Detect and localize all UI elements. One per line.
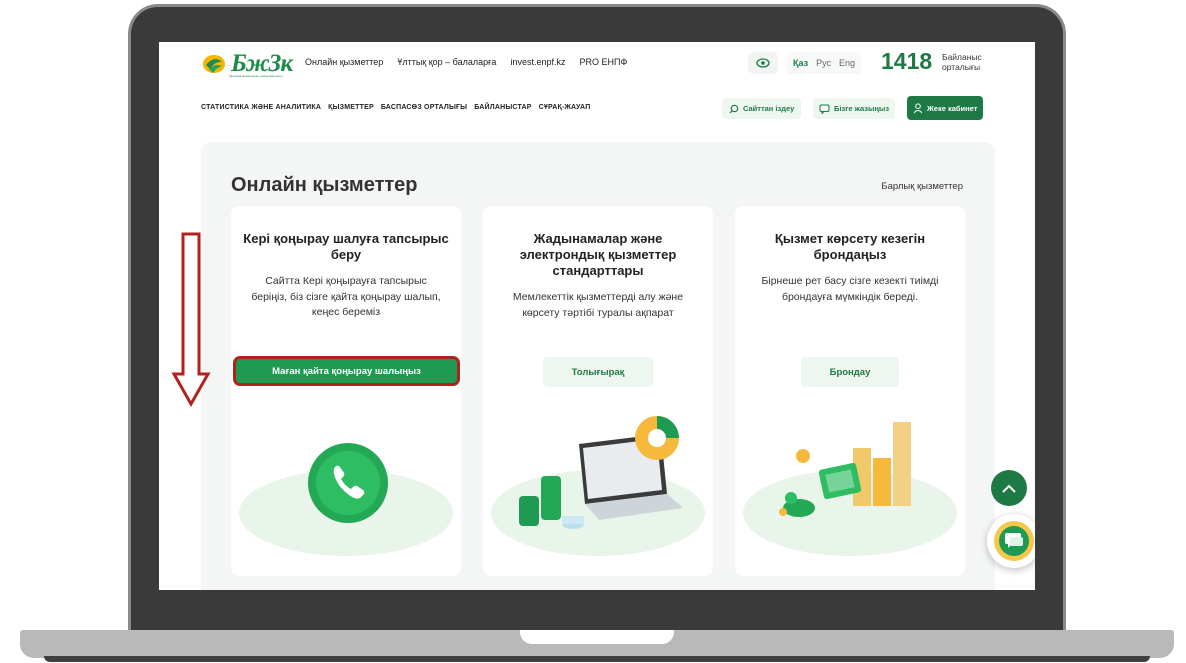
laptop-notch [520, 630, 674, 644]
site-logo[interactable]: БжЗк бірыңғай жинақтаушы зейнетақы қоры [201, 50, 293, 78]
more-info-button[interactable]: Толығырақ [543, 357, 653, 387]
eye-icon [756, 58, 770, 68]
hotline-label: Байланыс орталығы [942, 52, 982, 72]
nav-faq[interactable]: СҰРАҚ-ЖАУАП [539, 104, 591, 111]
accessibility-button[interactable] [748, 52, 778, 74]
service-card-booking: Қызмет көрсету кезегін брондаңыз Бірнеше… [735, 206, 965, 576]
lang-eng[interactable]: Eng [839, 58, 855, 68]
card-description: Мемлекеттік қызметтерді алу және көрсету… [512, 291, 684, 319]
user-icon [913, 102, 923, 113]
top-nav: Онлайн қызметтер Ұлттық қор – балаларға … [305, 57, 627, 67]
online-services-section: Онлайн қызметтер Барлық қызметтер Кері қ… [201, 142, 995, 590]
lang-rus[interactable]: Рус [816, 58, 831, 68]
write-us-label: Бізге жазыңыз [834, 104, 890, 113]
search-button[interactable]: Сайттан іздеу [722, 98, 802, 119]
card-title: Кері қоңырау шалуға тапсырыс беру [243, 231, 449, 262]
chevron-up-icon [1002, 484, 1016, 493]
chat-support-icon [994, 521, 1034, 561]
laptop-icon [519, 416, 683, 529]
personal-cabinet-button[interactable]: Жеке кабинет [907, 96, 984, 120]
lang-kaz[interactable]: Қаз [793, 58, 808, 68]
coins-icon [779, 422, 911, 517]
nav-contacts[interactable]: БАЙЛАНЫСТАР [474, 104, 531, 111]
logo-tagline: бірыңғай жинақтаушы зейнетақы қоры [229, 74, 283, 78]
service-card-memos: Жадынамалар және электрондық қызметтер с… [483, 206, 713, 576]
phone-icon [308, 443, 388, 523]
top-link-pro[interactable]: PRO ЕНПФ [579, 57, 627, 67]
nav-press[interactable]: БАСПАСӨЗ ОРТАЛЫҒЫ [381, 104, 467, 111]
service-card-callback: Кері қоңырау шалуға тапсырыс беру Сайтта… [231, 206, 461, 576]
section-title: Онлайн қызметтер [231, 174, 418, 196]
nav-statistics[interactable]: СТАТИСТИКА ЖӘНЕ АНАЛИТИКА [201, 104, 321, 111]
request-callback-button[interactable]: Маған қайта қоңырау шалыңыз [233, 356, 460, 386]
personal-cabinet-label: Жеке кабинет [927, 103, 978, 113]
main-nav: СТАТИСТИКА ЖӘНЕ АНАЛИТИКА ҚЫЗМЕТТЕР БАСП… [201, 104, 590, 111]
top-link-online-services[interactable]: Онлайн қызметтер [305, 57, 383, 67]
browser-screen: БжЗк бірыңғай жинақтаушы зейнетақы қоры … [159, 42, 1035, 590]
card-description: Бірнеше рет басу сізге кезекті тиімді бр… [761, 275, 939, 303]
hotline-number[interactable]: 1418 [881, 48, 932, 75]
top-link-invest[interactable]: invest.enpf.kz [510, 57, 565, 67]
top-link-national-fund[interactable]: Ұлттық қор – балаларға [397, 57, 496, 67]
all-services-link[interactable]: Барлық қызметтер [881, 181, 963, 192]
card-description: Сайтта Кері қоңырауға тапсырыс беріңіз, … [251, 275, 441, 318]
card-title: Қызмет көрсету кезегін брондаңыз [774, 231, 926, 262]
search-icon [729, 104, 739, 113]
down-arrow-icon [171, 232, 211, 408]
support-chat-button[interactable] [987, 514, 1035, 568]
scroll-top-button[interactable] [991, 470, 1027, 506]
logo-mark-icon [201, 53, 227, 75]
chat-bubble-icon [819, 104, 830, 114]
booking-button[interactable]: Брондау [801, 357, 899, 387]
card-title: Жадынамалар және электрондық қызметтер с… [519, 231, 677, 278]
language-switcher: Қаз Рус Eng [787, 52, 862, 74]
write-us-button[interactable]: Бізге жазыңыз [813, 98, 896, 119]
nav-services[interactable]: ҚЫЗМЕТТЕР [328, 104, 374, 111]
search-label: Сайттан іздеу [743, 104, 795, 113]
laptop-base-shadow [44, 656, 1150, 662]
